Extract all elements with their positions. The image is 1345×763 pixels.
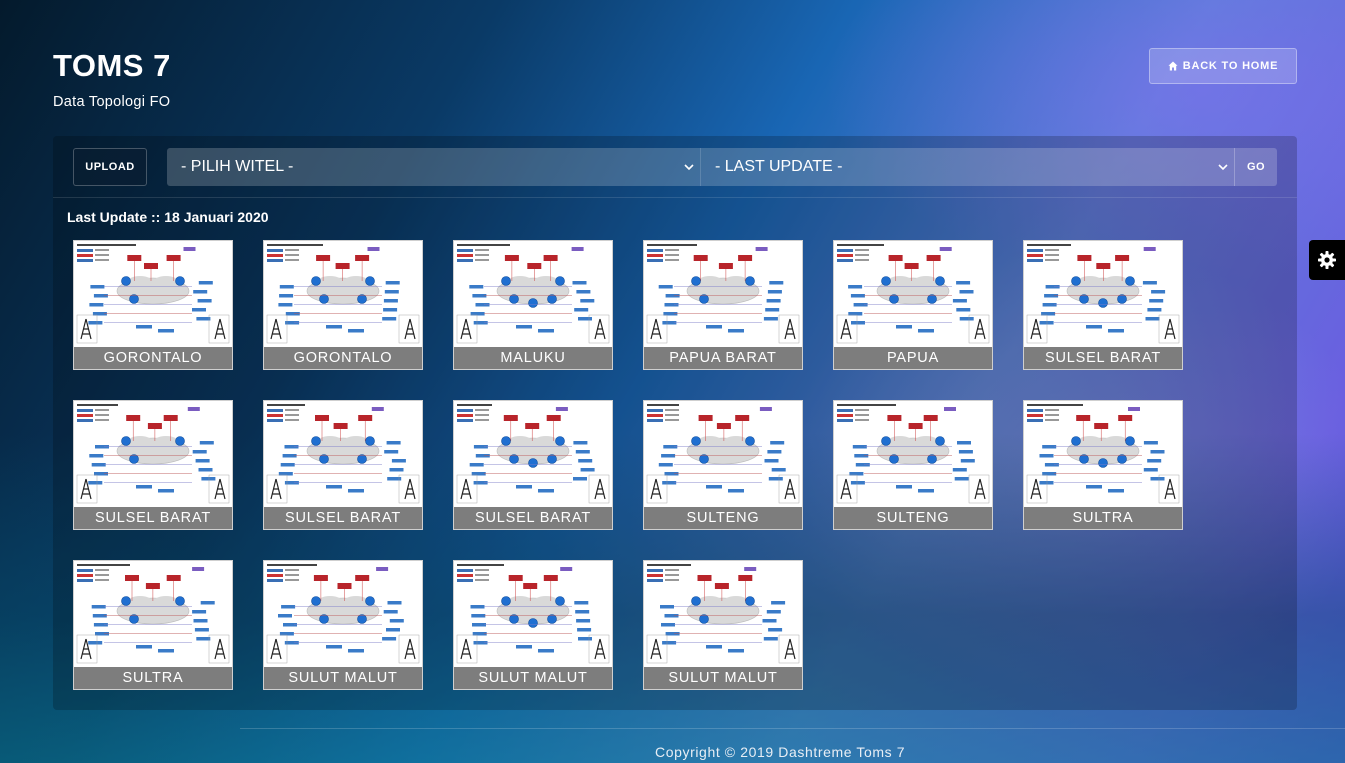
footer-divider (240, 728, 1345, 729)
upload-button[interactable]: UPLOAD (73, 148, 147, 186)
topology-tile-label: SULTENG (834, 507, 992, 529)
last-update-select-value: - LAST UPDATE - (715, 158, 843, 175)
page-title: TOMS 7 (53, 48, 171, 83)
topology-diagram-image (646, 564, 800, 664)
topology-tile[interactable]: SULSEL BARAT (453, 400, 613, 530)
page-header: TOMS 7 Data Topologi FO (53, 48, 171, 110)
topology-tile[interactable]: GORONTALO (73, 240, 233, 370)
topology-tile[interactable]: PAPUA (833, 240, 993, 370)
topology-diagram-image (1026, 244, 1180, 344)
topology-tile[interactable]: SULTRA (1023, 400, 1183, 530)
topology-tile-label: SULTRA (1024, 507, 1182, 529)
topology-diagram-image (266, 404, 420, 504)
topology-tile[interactable]: GORONTALO (263, 240, 423, 370)
filter-toolbar: UPLOAD - PILIH WITEL - - LAST UPDATE - G… (53, 136, 1297, 198)
topology-diagram-image (76, 564, 230, 664)
topology-diagram-image (456, 404, 610, 504)
chevron-down-icon (684, 164, 694, 171)
topology-diagram-image (76, 244, 230, 344)
page-subtitle: Data Topologi FO (53, 94, 171, 110)
topology-diagram-image (456, 244, 610, 344)
home-icon (1168, 61, 1178, 71)
topology-tile-label: SULSEL BARAT (1024, 347, 1182, 369)
last-update-text: Last Update :: 18 Januari 2020 (67, 209, 269, 225)
witel-select-value: - PILIH WITEL - (181, 158, 294, 175)
topology-tile-label: SULSEL BARAT (74, 507, 232, 529)
topology-tile-label: SULUT MALUT (454, 667, 612, 689)
topology-tile[interactable]: SULTRA (73, 560, 233, 690)
topology-tile[interactable]: SULTENG (643, 400, 803, 530)
topology-tile-label: SULUT MALUT (264, 667, 422, 689)
topology-diagram-image (1026, 404, 1180, 504)
topology-tile[interactable]: SULSEL BARAT (1023, 240, 1183, 370)
go-button[interactable]: GO (1234, 148, 1277, 186)
copyright-text: Copyright © 2019 Dashtreme Toms 7 (655, 744, 906, 760)
topology-diagram-image (76, 404, 230, 504)
back-to-home-label: BACK TO HOME (1182, 60, 1279, 72)
topology-tile[interactable]: SULSEL BARAT (263, 400, 423, 530)
topology-card: UPLOAD - PILIH WITEL - - LAST UPDATE - G… (53, 136, 1297, 710)
witel-select[interactable]: - PILIH WITEL - (167, 148, 701, 186)
topology-diagram-image (266, 244, 420, 344)
topology-diagram-image (836, 404, 990, 504)
topology-diagram-image (646, 244, 800, 344)
back-to-home-button[interactable]: BACK TO HOME (1149, 48, 1297, 84)
topology-tile[interactable]: MALUKU (453, 240, 613, 370)
topology-tile-label: MALUKU (454, 347, 612, 369)
chevron-down-icon (1218, 164, 1228, 171)
last-update-select[interactable]: - LAST UPDATE - (701, 148, 1234, 186)
topology-tile-label: PAPUA (834, 347, 992, 369)
topology-tile-label: SULTRA (74, 667, 232, 689)
topology-tile[interactable]: PAPUA BARAT (643, 240, 803, 370)
topology-tile[interactable]: SULUT MALUT (263, 560, 423, 690)
topology-tile-label: SULTENG (644, 507, 802, 529)
topology-diagram-image (266, 564, 420, 664)
topology-tile-label: GORONTALO (264, 347, 422, 369)
topology-tile[interactable]: SULSEL BARAT (73, 400, 233, 530)
settings-toggle[interactable] (1309, 240, 1345, 280)
topology-tile[interactable]: SULTENG (833, 400, 993, 530)
topology-diagram-image (456, 564, 610, 664)
topology-tile-label: SULSEL BARAT (454, 507, 612, 529)
topology-tile-label: SULSEL BARAT (264, 507, 422, 529)
topology-tile-label: SULUT MALUT (644, 667, 802, 689)
topology-diagram-image (836, 244, 990, 344)
topology-tile[interactable]: SULUT MALUT (643, 560, 803, 690)
topology-tile-label: PAPUA BARAT (644, 347, 802, 369)
gear-icon (1318, 251, 1336, 269)
topology-diagram-image (646, 404, 800, 504)
topology-tile-label: GORONTALO (74, 347, 232, 369)
topology-tile[interactable]: SULUT MALUT (453, 560, 613, 690)
